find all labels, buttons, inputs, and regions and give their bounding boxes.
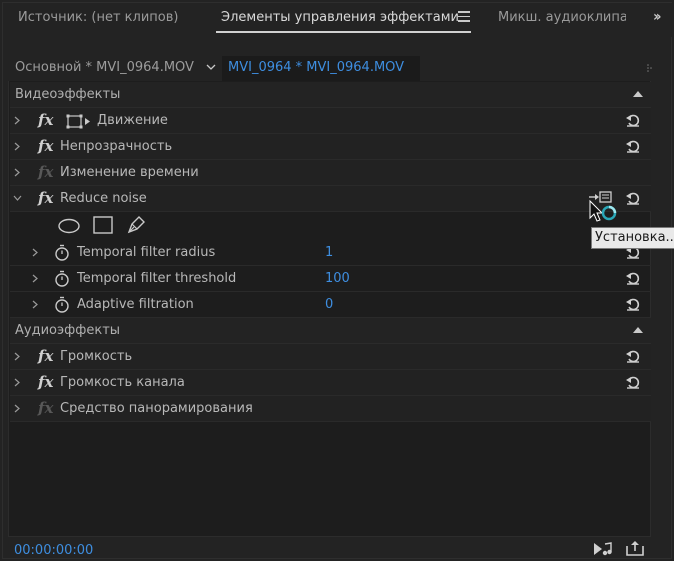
chevron-right-icon[interactable]	[14, 116, 21, 125]
effect-name: Громкость	[60, 349, 133, 364]
chevron-right-icon[interactable]	[14, 352, 21, 361]
param-value[interactable]: 1	[325, 245, 333, 260]
reset-icon[interactable]	[625, 374, 641, 390]
effect-name: Reduce noise	[60, 191, 147, 206]
effect-name: Движение	[97, 113, 168, 128]
param-name: Temporal filter radius	[77, 245, 216, 260]
tab-effect-controls[interactable]: Элементы управления эффектами	[221, 10, 459, 25]
transform-icon[interactable]	[66, 114, 92, 129]
effect-row-time-remapping[interactable]: fx Изменение времени	[10, 160, 651, 186]
chevron-right-icon[interactable]	[14, 404, 21, 413]
active-tab-underline	[216, 31, 471, 33]
param-name: Temporal filter threshold	[77, 271, 237, 286]
audio-effects-label: Аудиоэффекты	[15, 323, 121, 338]
video-effects-header[interactable]: Видеоэффекты	[10, 82, 651, 108]
rectangle-mask-icon[interactable]	[93, 216, 113, 234]
more-panels-icon[interactable]: ››	[653, 9, 661, 25]
play-audio-icon[interactable]	[593, 541, 613, 557]
chevron-down-icon[interactable]	[13, 195, 22, 202]
panel-tab-bar: Источник: (нет клипов) Элементы управлен…	[3, 3, 673, 37]
reset-icon[interactable]	[625, 138, 641, 154]
effect-name: Изменение времени	[60, 165, 199, 180]
chevron-right-icon[interactable]	[32, 248, 39, 257]
fx-toggle-icon[interactable]: fx	[38, 347, 53, 365]
ellipse-mask-icon[interactable]	[58, 218, 80, 234]
audio-effects-header[interactable]: Аудиоэффекты	[10, 318, 651, 344]
effect-row-motion[interactable]: fx Движение	[10, 108, 651, 134]
chevron-down-icon[interactable]	[206, 62, 216, 72]
fx-toggle-icon: fx	[38, 163, 54, 181]
collapse-caret-icon[interactable]	[633, 327, 643, 333]
fx-toggle-icon[interactable]: fx	[38, 111, 53, 129]
sequence-clip-label[interactable]: MVI_0964 * MVI_0964.MOV	[228, 60, 404, 75]
fx-toggle-icon: fx	[38, 399, 54, 417]
master-clip-label[interactable]: Основной * MVI_0964.MOV	[15, 60, 194, 75]
param-row-temporal-filter-threshold[interactable]: Temporal filter threshold 100	[10, 266, 651, 292]
clip-header: Основной * MVI_0964.MOV MVI_0964 * MVI_0…	[8, 56, 652, 81]
effect-row-volume[interactable]: fx Громкость	[10, 344, 651, 370]
effect-controls-window: Источник: (нет клипов) Элементы управлен…	[2, 2, 674, 559]
video-effects-label: Видеоэффекты	[15, 87, 121, 102]
fx-toggle-icon[interactable]: fx	[38, 137, 53, 155]
stopwatch-icon[interactable]	[54, 296, 70, 313]
fx-toggle-icon[interactable]: fx	[38, 373, 53, 391]
param-row-adaptive-filtration[interactable]: Adaptive filtration 0	[10, 292, 651, 318]
chevron-right-icon[interactable]	[14, 378, 21, 387]
effect-row-panner[interactable]: fx Средство панорамирования	[10, 396, 651, 422]
stopwatch-icon[interactable]	[54, 270, 70, 287]
tab-audio-clip-mixer[interactable]: Микш. аудиоклипа:	[498, 10, 626, 25]
chevron-right-icon[interactable]	[14, 142, 21, 151]
pen-mask-icon[interactable]	[126, 215, 146, 235]
tooltip: Установка...	[591, 227, 674, 249]
reset-icon[interactable]	[625, 270, 641, 286]
effect-name: Непрозрачность	[60, 139, 173, 154]
reset-icon[interactable]	[625, 348, 641, 364]
param-value[interactable]: 100	[325, 271, 350, 286]
export-frame-icon[interactable]	[625, 540, 645, 557]
effect-row-channel-volume[interactable]: fx Громкость канала	[10, 370, 651, 396]
stopwatch-icon[interactable]	[54, 244, 70, 261]
fx-toggle-icon[interactable]: fx	[38, 189, 53, 207]
param-name: Adaptive filtration	[77, 297, 194, 312]
tab-source[interactable]: Источник: (нет клипов)	[18, 10, 178, 25]
current-timecode[interactable]: 00:00:00:00	[14, 543, 93, 558]
reset-icon[interactable]	[625, 190, 641, 206]
panel-menu-icon[interactable]	[458, 11, 470, 23]
mask-tools-row	[10, 212, 651, 240]
effect-row-opacity[interactable]: fx Непрозрачность	[10, 134, 651, 160]
param-value[interactable]: 0	[325, 297, 333, 312]
collapse-caret-icon[interactable]	[633, 91, 643, 97]
chevron-right-icon[interactable]	[32, 300, 39, 309]
chevron-right-icon[interactable]	[32, 274, 39, 283]
effect-name: Средство панорамирования	[60, 401, 253, 416]
reset-icon[interactable]	[625, 112, 641, 128]
param-row-temporal-filter-radius[interactable]: Temporal filter radius 1	[10, 240, 651, 266]
drag-grip-icon[interactable]	[646, 63, 652, 73]
chevron-right-icon[interactable]	[14, 168, 21, 177]
effect-row-reduce-noise[interactable]: fx Reduce noise	[10, 186, 651, 212]
mouse-cursor-icon	[589, 199, 617, 222]
reset-icon[interactable]	[625, 296, 641, 312]
effect-name: Громкость канала	[60, 375, 185, 390]
